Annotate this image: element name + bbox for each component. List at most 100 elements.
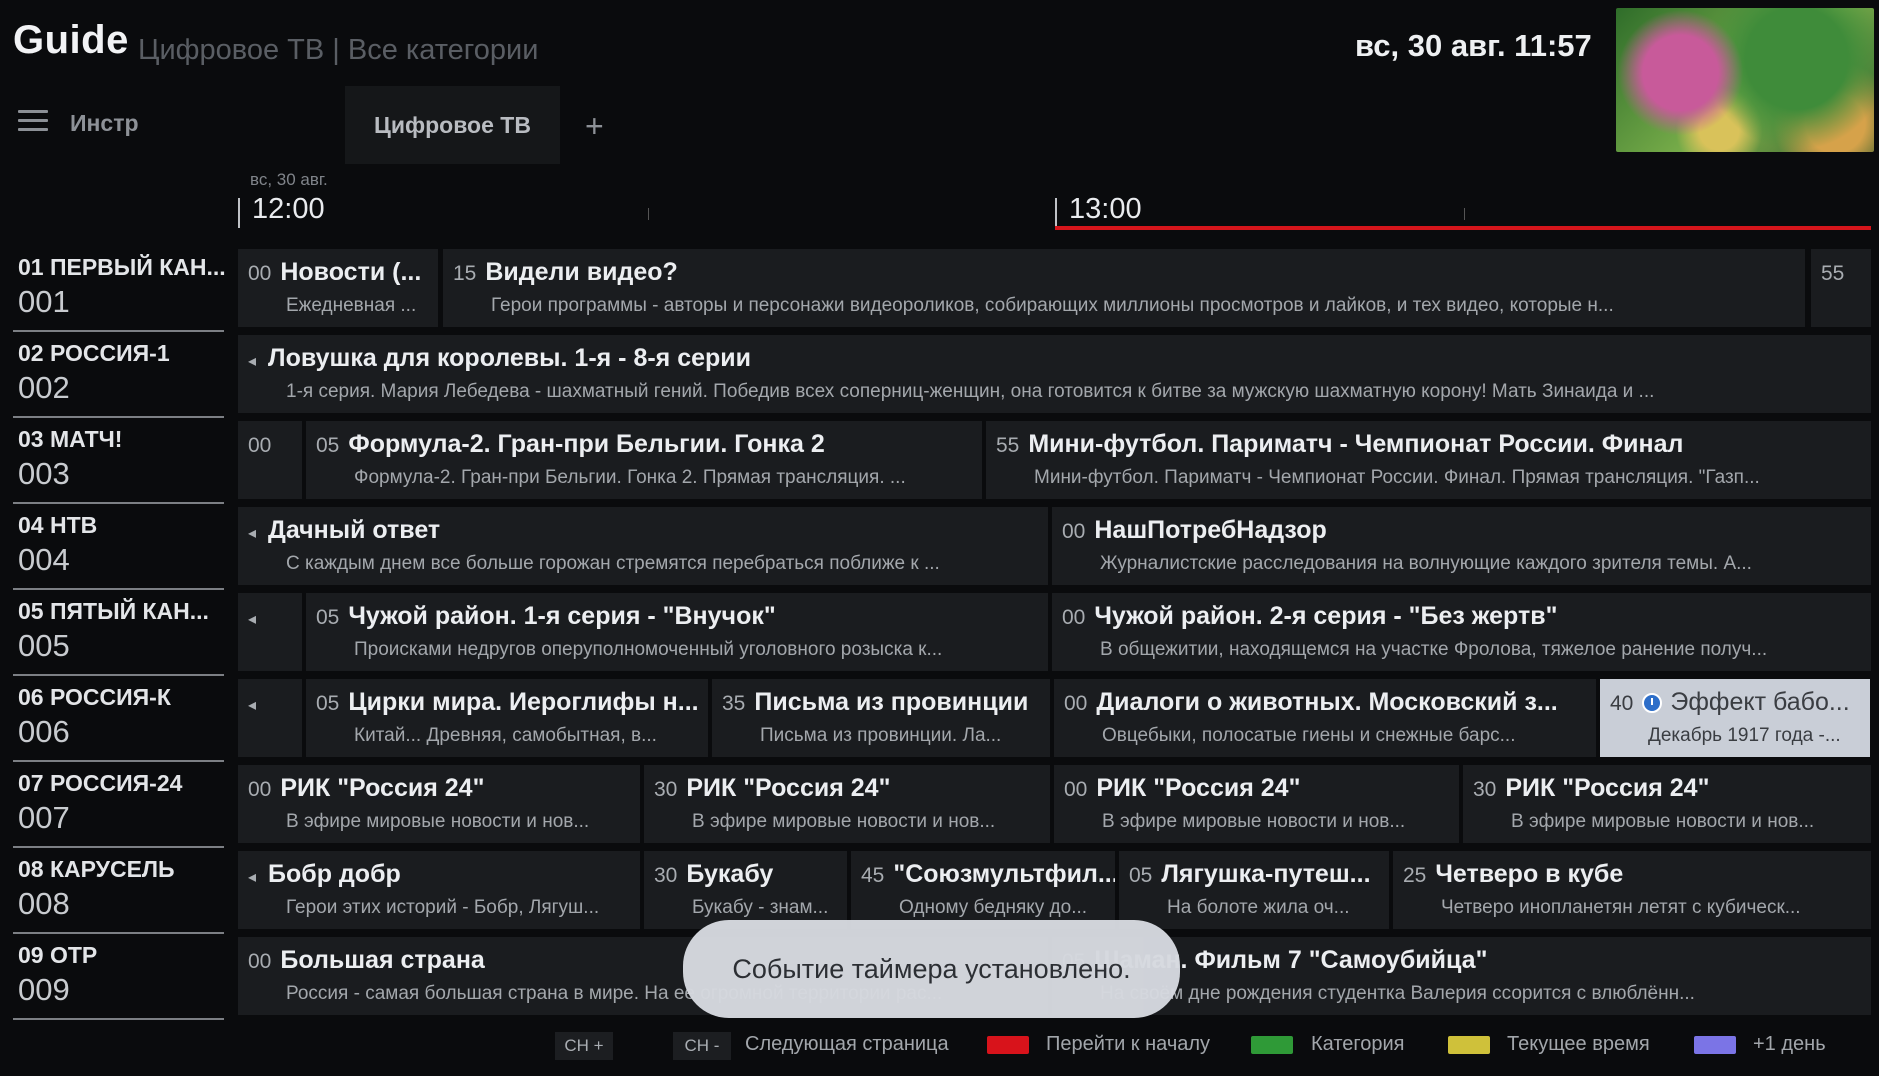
program-cell[interactable]: 05 Формула-2. Гран-при Бельгии. Гонка 2 Фо… xyxy=(306,421,982,499)
program-title-line: 05 Чужой район. 1-я серия - "Внучок" xyxy=(316,602,776,631)
program-title-line: 00 РИК "Россия 24" xyxy=(248,774,484,803)
program-cell[interactable]: 00 НашПотребНадзор Журналистские расследов… xyxy=(1052,507,1871,585)
green-button-swatch[interactable] xyxy=(1251,1036,1293,1054)
program-description: Письма из провинции. Ла... xyxy=(760,725,1002,746)
program-description: Ежедневная ... xyxy=(286,295,417,316)
timer-clock-icon xyxy=(1642,693,1663,713)
program-cell[interactable]: 30 Букабу Букабу - знам... xyxy=(644,851,847,929)
program-start-minute: 45 xyxy=(861,864,885,887)
blue-button-swatch[interactable] xyxy=(1694,1036,1736,1054)
program-title-line: ◂ Дачный ответ xyxy=(248,516,440,545)
channel-row[interactable]: 03 МАТЧ! 003 xyxy=(13,422,224,504)
program-cell[interactable]: 15 Видели видео? Герои программы - авторы … xyxy=(443,249,1805,327)
continued-arrow-icon: ◂ xyxy=(248,869,257,886)
channel-row[interactable]: 07 РОССИЯ-24 007 xyxy=(13,766,224,848)
program-cell[interactable]: 00 РИК "Россия 24" В эфире мировые новости… xyxy=(1054,765,1459,843)
program-title-line: ◂ Ловушка для королевы. 1-я - 8-я серии xyxy=(248,344,751,373)
hamburger-menu-icon[interactable] xyxy=(18,110,48,132)
channel-name: 03 МАТЧ! xyxy=(18,426,123,452)
channel-name: 07 РОССИЯ-24 xyxy=(18,770,183,796)
tools-menu-label[interactable]: Инстр xyxy=(70,110,139,137)
channel-row[interactable]: 09 ОТР 009 xyxy=(13,938,224,1020)
program-cell[interactable]: 25 Четверо в кубе Четверо инопланетян летя… xyxy=(1393,851,1871,929)
program-title: РИК "Россия 24" xyxy=(1505,774,1710,802)
program-cell[interactable]: 55 xyxy=(1811,249,1871,327)
program-title: Бобр добр xyxy=(268,860,401,888)
channel-number: 001 xyxy=(18,284,70,319)
program-start-minute: 00 xyxy=(248,262,272,285)
channel-row[interactable]: 01 ПЕРВЫЙ КАН... 001 xyxy=(13,250,226,332)
program-description: В эфире мировые новости и нов... xyxy=(692,811,996,832)
channel-name: 01 ПЕРВЫЙ КАН... xyxy=(18,254,226,280)
continued-arrow-icon: ◂ xyxy=(248,525,257,542)
program-cell[interactable]: 00 РИК "Россия 24" В эфире мировые новости… xyxy=(238,765,640,843)
program-title-line: 00 Новости (... xyxy=(248,258,421,287)
program-cell[interactable]: ◂ Ловушка для королевы. 1-я - 8-я серии 1-… xyxy=(238,335,1871,413)
program-start-minute: 55 xyxy=(996,434,1020,457)
channel-row[interactable]: 05 ПЯТЫЙ КАН... 005 xyxy=(13,594,224,676)
program-cell[interactable]: 05 Лягушка-путеш... На болоте жила оч... xyxy=(1119,851,1389,929)
channel-row[interactable]: 06 РОССИЯ-К 006 xyxy=(13,680,224,762)
channel-row[interactable]: 02 РОССИЯ-1 002 xyxy=(13,336,224,418)
ch-minus-key[interactable]: CH - xyxy=(673,1032,731,1060)
program-cell[interactable]: ◂ xyxy=(238,593,302,671)
program-description: Герои программы - авторы и персонажи вид… xyxy=(491,295,1614,316)
program-title: Письма из провинции xyxy=(754,688,1029,716)
channel-name: 08 КАРУСЕЛЬ xyxy=(18,856,175,882)
program-title-line: 55 Мини-футбол. Париматч - Чемпионат Росс… xyxy=(996,430,1683,459)
program-cell-selected[interactable]: 40 Эффект бабо... Декабрь 1917 года -... xyxy=(1600,679,1870,757)
channel-name: 09 ОТР xyxy=(18,942,98,968)
program-start-minute: 35 xyxy=(722,692,746,715)
channel-row[interactable]: 04 НТВ 004 xyxy=(13,508,224,590)
program-cell[interactable]: 30 РИК "Россия 24" В эфире мировые новости… xyxy=(644,765,1050,843)
program-cell[interactable]: 00 Новости (... Ежедневная ... xyxy=(238,249,438,327)
program-description: С каждым днем все больше горожан стремят… xyxy=(286,553,940,574)
program-cell[interactable]: 45 "Союзмультфил... Одному бедняку до... xyxy=(851,851,1115,929)
program-title-line: 05 Формула-2. Гран-при Бельгии. Гонка 2 xyxy=(316,430,825,459)
channel-number: 007 xyxy=(18,800,70,835)
program-cell[interactable]: 05 Чужой район. 1-я серия - "Внучок" Проис… xyxy=(306,593,1048,671)
program-description: В эфире мировые новости и нов... xyxy=(1102,811,1406,832)
program-cell[interactable]: 05 Цирки мира. Иероглифы н... Китай... Дре… xyxy=(306,679,708,757)
channel-number: 004 xyxy=(18,542,70,577)
channel-row[interactable]: 08 КАРУСЕЛЬ 008 xyxy=(13,852,224,934)
next-page-label: Следующая страница xyxy=(745,1033,949,1055)
program-title: Ловушка для королевы. 1-я - 8-я серии xyxy=(268,344,752,372)
program-start-minute: 15 xyxy=(453,262,477,285)
program-cell[interactable]: 35 Письма из провинции Письма из провинции… xyxy=(712,679,1050,757)
current-time-indicator xyxy=(1055,226,1871,230)
program-title-line: ◂ xyxy=(248,602,268,631)
ch-plus-key[interactable]: CH + xyxy=(555,1032,613,1060)
program-cell[interactable]: 00 xyxy=(238,421,302,499)
red-button-swatch[interactable] xyxy=(987,1036,1029,1054)
program-title-line: 00 РИК "Россия 24" xyxy=(1064,774,1300,803)
channel-number: 009 xyxy=(18,972,70,1007)
program-title: Диалоги о животных. Московский з... xyxy=(1096,688,1558,716)
guide-subtitle: Цифровое ТВ | Все категории xyxy=(138,34,539,66)
program-cell[interactable]: 00 Чужой район. 2-я серия - "Без жертв" В … xyxy=(1052,593,1871,671)
program-title-line: 00 Диалоги о животных. Московский з... xyxy=(1064,688,1558,717)
program-title-line: 00 НашПотребНадзор xyxy=(1062,516,1327,545)
program-title-line: 05 Цирки мира. Иероглифы н... xyxy=(316,688,699,717)
program-cell[interactable]: ◂ Дачный ответ С каждым днем все больше го… xyxy=(238,507,1048,585)
timeline-label-13: 13:00 xyxy=(1069,193,1142,225)
program-title: Цирки мира. Иероглифы н... xyxy=(348,688,699,716)
program-title: Эффект бабо... xyxy=(1670,688,1850,716)
program-cell[interactable]: 55 Мини-футбол. Париматч - Чемпионат Росс… xyxy=(986,421,1871,499)
program-title: НашПотребНадзор xyxy=(1094,516,1327,544)
timeline-minor-tick xyxy=(1464,208,1465,220)
yellow-button-swatch[interactable] xyxy=(1448,1036,1490,1054)
program-start-minute: 30 xyxy=(654,864,678,887)
program-cell[interactable]: ◂ xyxy=(238,679,302,757)
add-tab-icon[interactable]: + xyxy=(585,108,604,145)
live-preview-thumbnail[interactable] xyxy=(1616,8,1874,152)
program-title: Формула-2. Гран-при Бельгии. Гонка 2 xyxy=(348,430,825,458)
program-cell[interactable]: 30 РИК "Россия 24" В эфире мировые новости… xyxy=(1463,765,1871,843)
program-cell[interactable]: ◂ Бобр добр Герои этих историй - Бобр, Ляг… xyxy=(238,851,640,929)
program-start-minute: 00 xyxy=(1062,606,1086,629)
tab-digital-tv[interactable]: Цифровое ТВ xyxy=(345,86,560,164)
program-title-line: 05 Лягушка-путеш... xyxy=(1129,860,1371,889)
channel-number: 002 xyxy=(18,370,70,405)
program-description: Китай... Древняя, самобытная, в... xyxy=(354,725,657,746)
program-cell[interactable]: 00 Диалоги о животных. Московский з... Овц… xyxy=(1054,679,1596,757)
